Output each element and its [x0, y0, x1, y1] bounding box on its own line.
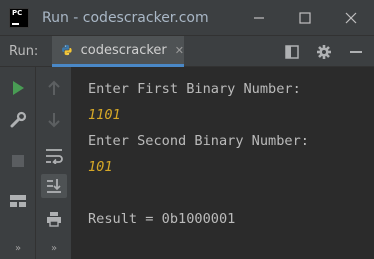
title-bar: PC Run - codescracker.com	[0, 0, 374, 36]
console-output[interactable]: Enter First Binary Number: 1101 Enter Se…	[72, 67, 374, 259]
window-controls	[236, 0, 374, 36]
print-icon[interactable]	[45, 210, 63, 228]
console-line: Enter First Binary Number:	[88, 81, 301, 97]
run-sidebar-primary: »	[0, 67, 36, 259]
run-toolbar: Run: codescracker ✕	[0, 36, 374, 67]
app-icon-text: PC	[12, 8, 23, 17]
console-line: Enter Second Binary Number:	[88, 133, 309, 149]
maximize-icon	[299, 12, 311, 24]
close-icon[interactable]: ✕	[175, 44, 184, 57]
maximize-button[interactable]	[282, 0, 328, 36]
close-icon	[345, 12, 357, 24]
minimize-icon	[254, 17, 264, 19]
window-title: Run - codescracker.com	[42, 9, 209, 26]
more-tools-left[interactable]: »	[9, 239, 27, 257]
run-icon[interactable]	[9, 79, 27, 97]
layout-grid-icon[interactable]	[9, 192, 27, 210]
down-arrow-icon[interactable]	[45, 111, 63, 129]
run-tab-label: codescracker	[80, 42, 167, 58]
wrench-icon[interactable]	[9, 111, 27, 129]
soft-wrap-icon[interactable]	[45, 147, 63, 165]
python-icon	[62, 44, 72, 56]
scroll-to-end-icon[interactable]	[41, 174, 67, 198]
console-result-line: Result = 0b1000001	[88, 211, 236, 227]
pycharm-logo-icon: PC	[9, 7, 29, 28]
more-tools-right[interactable]: »	[45, 239, 63, 257]
minimize-button[interactable]	[236, 0, 282, 36]
minus-icon[interactable]	[348, 44, 364, 60]
run-label: Run:	[9, 44, 39, 59]
layout-icon[interactable]	[284, 44, 300, 60]
console-input-line: 101	[88, 159, 113, 175]
run-sidebar-secondary: »	[36, 67, 72, 259]
close-button[interactable]	[328, 0, 374, 36]
run-tab-codescracker[interactable]: codescracker ✕	[52, 36, 184, 67]
stop-icon[interactable]	[9, 152, 27, 170]
gear-icon[interactable]	[316, 44, 332, 60]
up-arrow-icon[interactable]	[45, 79, 63, 97]
console-input-line: 1101	[88, 107, 121, 123]
